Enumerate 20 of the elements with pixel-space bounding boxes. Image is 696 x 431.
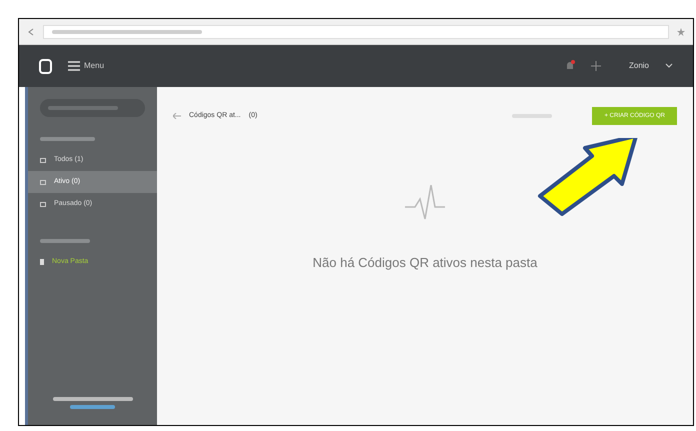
folder-icon <box>40 202 46 206</box>
address-bar[interactable] <box>43 24 669 38</box>
back-arrow-icon[interactable] <box>173 113 181 119</box>
chevron-down-icon[interactable] <box>665 63 673 69</box>
blurred-text <box>70 405 115 409</box>
star-icon[interactable] <box>677 28 685 36</box>
bell-icon[interactable] <box>564 60 575 72</box>
blurred-text <box>40 137 95 141</box>
plus-icon[interactable] <box>590 61 601 71</box>
empty-message: Não há Códigos QR ativos nesta pasta <box>312 254 538 272</box>
logo-icon[interactable] <box>39 58 52 74</box>
search-field[interactable] <box>40 99 145 117</box>
folder-icon <box>40 259 44 265</box>
folder-icon <box>40 180 46 184</box>
menu-label[interactable]: Menu <box>84 60 104 72</box>
menu-icon[interactable] <box>68 61 80 71</box>
folder-icon <box>40 158 46 162</box>
back-icon[interactable] <box>27 28 35 36</box>
user-name[interactable]: Zonio <box>628 60 649 72</box>
blurred-text <box>40 239 90 243</box>
